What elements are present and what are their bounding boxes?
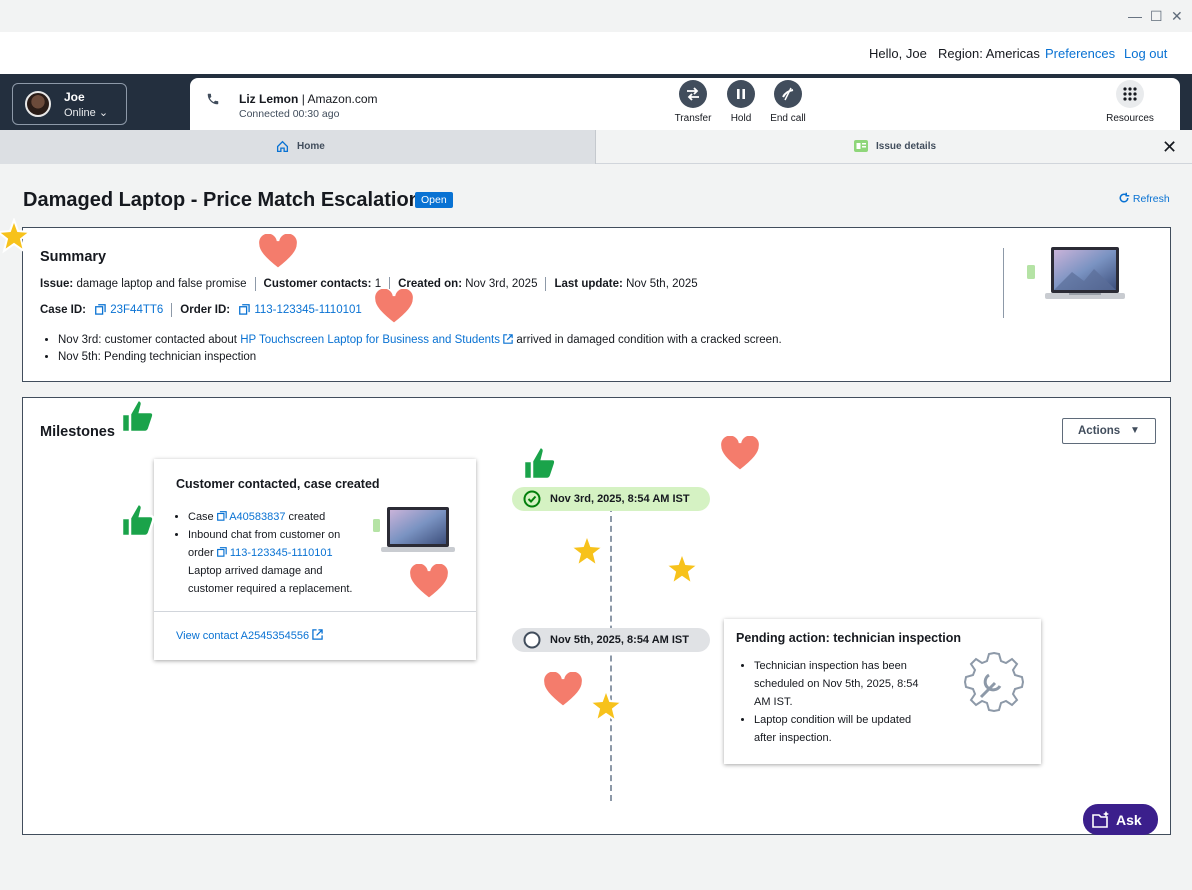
status-badge: Open [415, 192, 453, 208]
heart-sticker-icon [718, 436, 762, 473]
copy-icon[interactable] [216, 511, 227, 521]
laptop-image [373, 507, 455, 552]
milestone-card-case-created: Customer contacted, case created Case A4… [154, 459, 476, 660]
timeline-line [610, 506, 612, 801]
heart-sticker-icon [256, 234, 300, 271]
top-nav: Hello, Joe Region: Americas Preferences … [0, 32, 1192, 74]
minimize-icon[interactable]: — [1128, 9, 1142, 23]
case-id-link[interactable]: 23F44TT6 [110, 304, 163, 316]
summary-ids-row: Case ID: 23F44TT6 Order ID: 113-123345-11… [40, 303, 362, 317]
contact-name: Liz Lemon | Amazon.com [239, 92, 378, 106]
contact-panel: Liz Lemon | Amazon.com Connected 00:30 a… [190, 78, 1180, 130]
list-item: Case A40583837 created [188, 508, 352, 526]
call-control-bar: Joe Online ⌄ Liz Lemon | Amazon.com Conn… [0, 74, 1192, 130]
issue-icon [854, 140, 868, 152]
pause-icon [737, 89, 745, 99]
star-sticker-icon [0, 218, 33, 254]
window-titlebar: — ☐ ✕ [0, 0, 1192, 32]
milestones-heading: Milestones [40, 424, 115, 440]
main-content: Damaged Laptop - Price Match Escalation … [0, 164, 1192, 890]
copy-icon[interactable] [216, 547, 227, 557]
gear-wrench-icon [963, 651, 1025, 713]
copy-icon[interactable] [95, 304, 106, 315]
pending-circle-icon [523, 631, 541, 649]
ai-sparkle-icon [1092, 811, 1109, 828]
end-call-button[interactable]: End call [758, 80, 818, 124]
view-contact-link[interactable]: View contact A2545354556 [176, 629, 323, 642]
external-link-icon[interactable] [503, 334, 513, 344]
milestone-card-pending-inspection: Pending action: technician inspection Te… [724, 619, 1041, 764]
thumbs-up-sticker-icon [120, 502, 155, 538]
agent-status-dropdown[interactable]: Joe Online ⌄ [12, 83, 127, 125]
list-item: Nov 3rd: customer contacted about HP Tou… [58, 332, 782, 349]
order-id-link[interactable]: 113-123345-1110101 [254, 304, 361, 316]
chevron-down-icon: ⌄ [98, 107, 109, 119]
page-title: Damaged Laptop - Price Match Escalation [23, 189, 421, 211]
agent-name: Joe [64, 90, 85, 104]
tab-bar: Home Issue details ✕ [0, 130, 1192, 164]
refresh-icon [1119, 192, 1130, 203]
avatar [25, 91, 51, 117]
milestones-card: Milestones Actions ▼ Nov 3rd, 2025, 8:54 … [22, 397, 1171, 835]
maximize-icon[interactable]: ☐ [1150, 9, 1163, 23]
list-item: Technician inspection has beenscheduled … [754, 657, 919, 711]
milestone-details: Case A40583837 created Inbound chat from… [176, 508, 352, 598]
tab-issue-details[interactable]: Issue details [597, 130, 1157, 164]
preferences-link[interactable]: Preferences [1045, 46, 1115, 61]
agent-status: Online ⌄ [64, 107, 109, 119]
list-item: Inbound chat from customer onorder 113-1… [188, 526, 352, 598]
laptop-image [1045, 247, 1125, 299]
logout-link[interactable]: Log out [1124, 46, 1167, 61]
milestone-title: Pending action: technician inspection [736, 631, 962, 645]
issue-icon [1027, 265, 1035, 279]
thumbs-up-sticker-icon [120, 398, 155, 434]
milestone-date-pill: Nov 5th, 2025, 8:54 AM IST [512, 628, 710, 652]
check-circle-icon [523, 490, 541, 508]
summary-timeline-list: Nov 3rd: customer contacted about HP Tou… [46, 332, 782, 366]
caret-down-icon: ▼ [1130, 425, 1140, 436]
phone-icon [207, 93, 219, 105]
summary-card: Summary Issue: damage laptop and false p… [22, 227, 1171, 382]
product-link[interactable]: HP Touchscreen Laptop for Business and S… [240, 334, 500, 346]
case-link[interactable]: A40583837 [229, 511, 285, 523]
list-item: Nov 5th: Pending technician inspection [58, 349, 782, 366]
copy-icon[interactable] [239, 304, 251, 315]
order-link[interactable]: 113-123345-1110101 [230, 547, 333, 559]
milestone-details: Technician inspection has beenscheduled … [742, 657, 919, 747]
heart-sticker-icon [541, 672, 585, 709]
summary-details-row: Issue: damage laptop and false promise Cu… [40, 277, 698, 291]
actions-dropdown-button[interactable]: Actions ▼ [1062, 418, 1156, 444]
tab-home[interactable]: Home [0, 130, 596, 164]
star-sticker-icon [568, 533, 606, 569]
resources-button[interactable]: Resources [1100, 80, 1160, 124]
heart-sticker-icon [407, 564, 451, 601]
contact-connection-status: Connected 00:30 ago [239, 108, 340, 120]
transfer-icon [687, 87, 699, 101]
milestone-title: Customer contacted, case created [176, 477, 380, 491]
list-item: Laptop condition will be updatedafter in… [754, 711, 919, 747]
home-icon [276, 140, 289, 153]
grid-icon [1123, 87, 1137, 101]
ask-ai-button[interactable]: Ask [1083, 804, 1158, 835]
refresh-button[interactable]: Refresh [1118, 192, 1170, 205]
end-call-icon [782, 87, 794, 101]
external-link-icon [312, 629, 323, 640]
region-selector[interactable]: Region: Americas [938, 46, 1040, 61]
star-sticker-icon [663, 551, 701, 587]
heart-sticker-icon [372, 289, 416, 326]
thumbs-up-sticker-icon [522, 445, 557, 481]
divider [154, 611, 476, 612]
greeting: Hello, Joe [869, 46, 927, 61]
summary-heading: Summary [40, 249, 107, 265]
divider [1003, 248, 1004, 318]
close-tab-icon[interactable]: ✕ [1162, 137, 1177, 158]
milestone-date-pill: Nov 3rd, 2025, 8:54 AM IST [512, 487, 710, 511]
close-window-icon[interactable]: ✕ [1171, 9, 1183, 23]
star-sticker-icon [587, 688, 625, 724]
